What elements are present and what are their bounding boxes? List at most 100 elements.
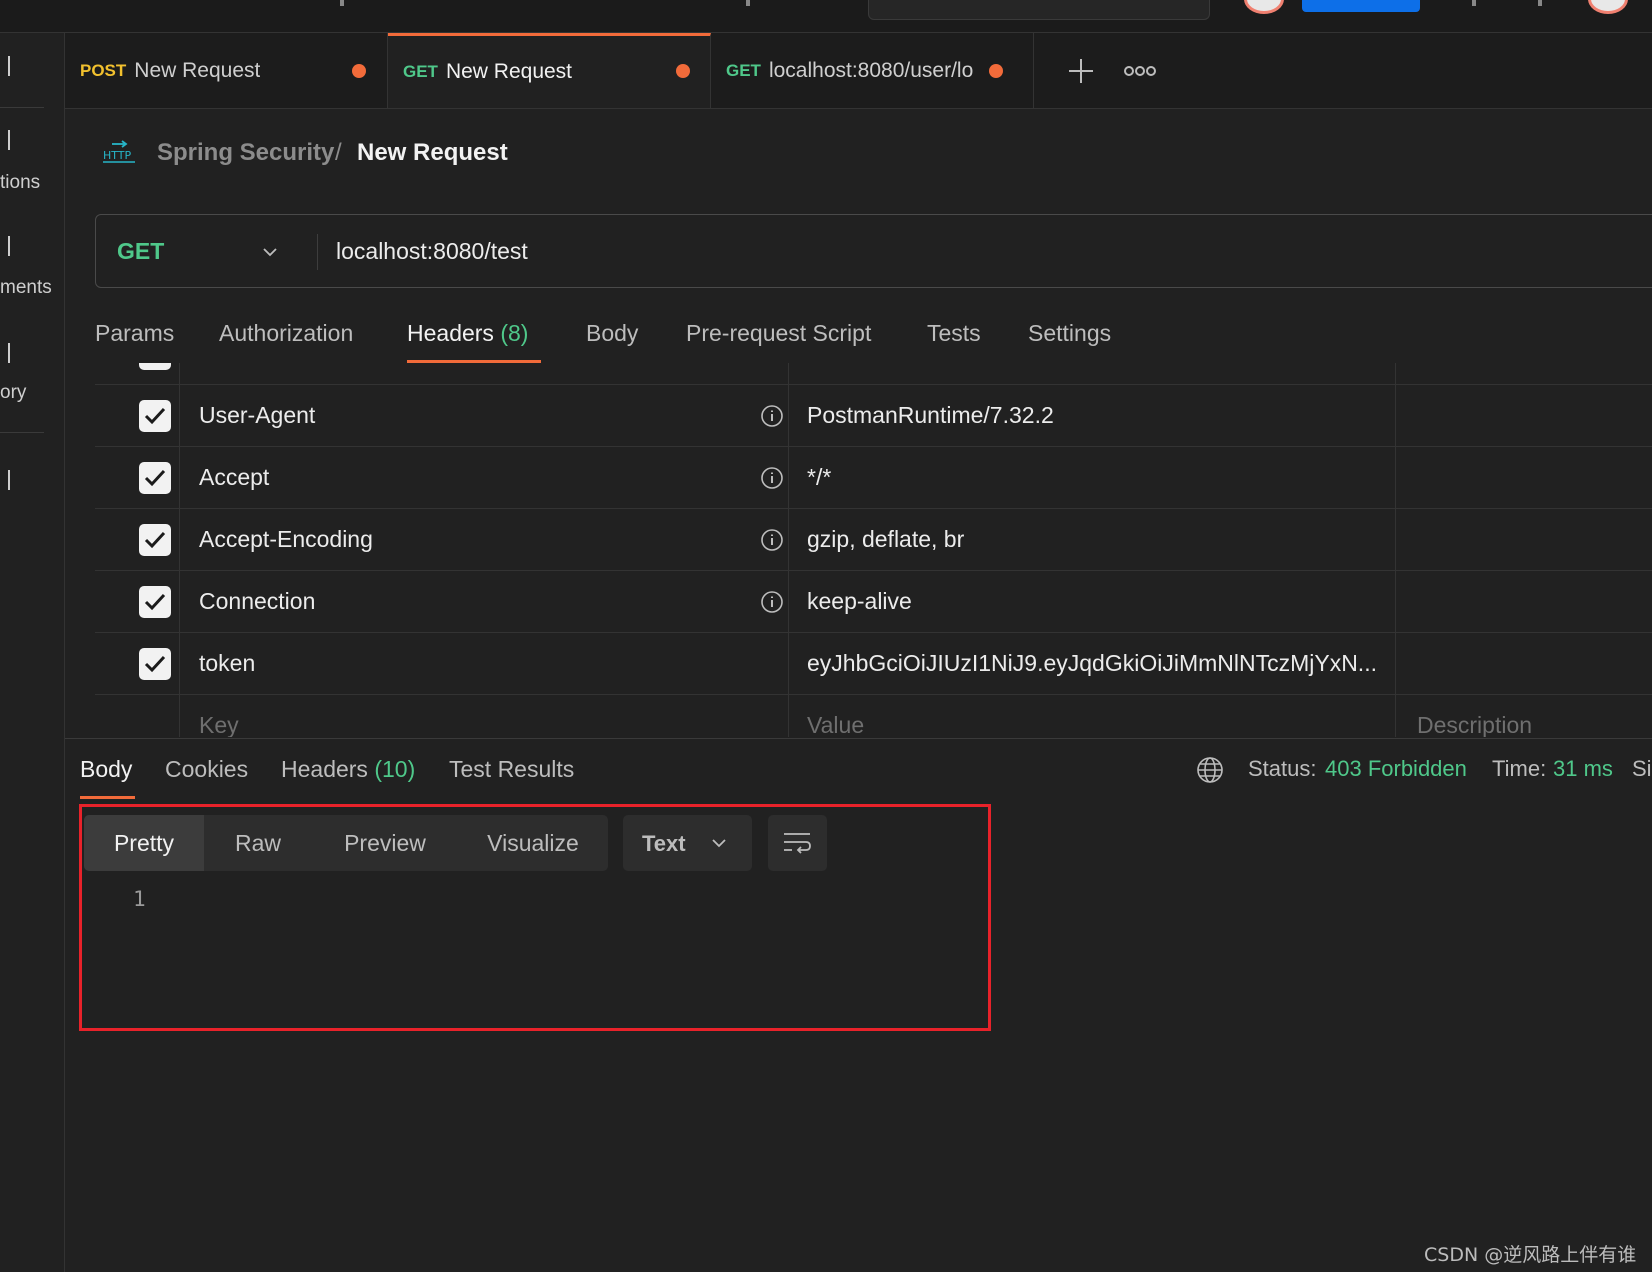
status-value[interactable]: 403 Forbidden	[1325, 756, 1467, 782]
time-label: Time:	[1492, 756, 1547, 781]
time-value[interactable]: 31 ms	[1553, 756, 1613, 782]
response-tab-headers[interactable]: Headers (10)	[281, 756, 415, 783]
tab-get-new-request[interactable]: GET New Request	[388, 33, 711, 108]
settings-icon[interactable]	[1472, 0, 1476, 6]
tab-method-label: POST	[80, 60, 127, 80]
new-tab-plus-icon[interactable]	[1065, 55, 1097, 87]
response-tab-headers-count: (10)	[374, 756, 416, 782]
url-divider	[317, 234, 318, 270]
request-tab-strip: POST New Request GET New Request GET loc…	[65, 33, 1652, 109]
top-nav-fragment-icon[interactable]	[746, 0, 750, 6]
unsaved-dot-icon	[989, 64, 1003, 78]
globe-icon[interactable]	[1196, 756, 1224, 784]
header-checkbox[interactable]	[139, 524, 171, 556]
tab-post-new-request[interactable]: POST New Request	[65, 33, 388, 108]
view-mode-visualize[interactable]: Visualize	[458, 815, 608, 871]
header-checkbox[interactable]	[139, 586, 171, 618]
header-key[interactable]: User-Agent	[199, 402, 315, 429]
tab-pre-request-script[interactable]: Pre-request Script	[686, 320, 871, 347]
header-value[interactable]: keep-alive	[807, 588, 912, 615]
header-key[interactable]: Accept	[199, 464, 269, 491]
tab-headers[interactable]: Headers (8)	[407, 320, 528, 347]
sidebar-item-history[interactable]: ory	[0, 382, 26, 404]
response-tab-body[interactable]: Body	[80, 756, 132, 783]
header-checkbox[interactable]	[139, 648, 171, 680]
header-key[interactable]: token	[199, 650, 255, 677]
header-key[interactable]: Accept-Encoding	[199, 526, 373, 553]
top-nav-fragment-icon[interactable]	[340, 0, 344, 6]
method-select[interactable]: GET	[117, 238, 164, 265]
table-row: Connection keep-alive	[95, 571, 1652, 633]
info-icon[interactable]	[760, 466, 784, 490]
response-tab-cookies[interactable]: Cookies	[165, 756, 248, 783]
table-row: Accept */*	[95, 447, 1652, 509]
info-icon[interactable]	[760, 590, 784, 614]
info-icon[interactable]	[760, 404, 784, 428]
info-icon[interactable]	[760, 528, 784, 552]
more-tabs-icon[interactable]	[1123, 59, 1157, 83]
response-divider	[65, 738, 1652, 739]
breadcrumb-collection[interactable]: Spring Security	[157, 139, 334, 167]
tab-method-label: GET	[403, 62, 438, 81]
tab-settings[interactable]: Settings	[1028, 320, 1111, 347]
value-input[interactable]: Value	[807, 712, 864, 737]
tab-title: New Request	[134, 58, 261, 82]
sidebar-divider	[0, 432, 44, 433]
unsaved-dot-icon	[676, 64, 690, 78]
notification-icon[interactable]	[1538, 0, 1542, 6]
header-value[interactable]: PostmanRuntime/7.32.2	[807, 402, 1054, 429]
flows-icon[interactable]	[0, 470, 10, 490]
collections-icon[interactable]	[0, 130, 10, 150]
sidebar-divider	[0, 107, 44, 108]
view-mode-raw[interactable]: Raw	[204, 815, 312, 871]
active-tab-indicator	[80, 796, 135, 799]
format-select[interactable]: Text	[623, 815, 752, 871]
http-request-icon: HTTP	[102, 139, 136, 167]
header-key[interactable]: Connection	[199, 588, 315, 615]
chevron-down-icon	[711, 835, 727, 851]
breadcrumb-current[interactable]: New Request	[357, 139, 508, 167]
table-row-clipped	[95, 363, 1652, 385]
table-row: Accept-Encoding gzip, deflate, br	[95, 509, 1652, 571]
api-icon[interactable]	[0, 56, 10, 76]
history-icon[interactable]	[0, 343, 10, 363]
description-input[interactable]: Description	[1417, 712, 1532, 737]
sidebar-item-collections[interactable]: tions	[0, 172, 40, 194]
sidebar-item-environments[interactable]: ments	[0, 277, 52, 299]
tab-get-user-login[interactable]: GET localhost:8080/user/lo	[711, 33, 1034, 108]
view-mode-preview[interactable]: Preview	[312, 815, 458, 871]
url-input[interactable]: localhost:8080/test	[336, 238, 528, 265]
tab-headers-label: Headers	[407, 320, 494, 346]
checkbox-clipped[interactable]	[139, 363, 171, 370]
body-view-mode-group: Pretty Raw Preview Visualize	[84, 815, 608, 871]
status-label: Status:	[1248, 756, 1317, 781]
wrap-lines-button[interactable]	[768, 815, 827, 871]
left-sidebar	[0, 33, 65, 1272]
tab-params[interactable]: Params	[95, 320, 174, 347]
chevron-down-icon[interactable]	[262, 244, 278, 260]
tab-headers-count: (8)	[500, 320, 529, 346]
wrap-lines-icon	[784, 833, 811, 854]
tab-authorization[interactable]: Authorization	[219, 320, 353, 347]
tab-method-label: GET	[726, 60, 761, 80]
upgrade-button[interactable]	[1302, 0, 1420, 12]
response-tab-headers-label: Headers	[281, 756, 368, 782]
header-checkbox[interactable]	[139, 400, 171, 432]
search-input[interactable]	[868, 0, 1210, 20]
header-value[interactable]: gzip, deflate, br	[807, 526, 964, 553]
response-tab-test-results[interactable]: Test Results	[449, 756, 574, 783]
header-value[interactable]: */*	[807, 464, 831, 491]
svg-text:HTTP: HTTP	[103, 149, 132, 162]
environments-icon[interactable]	[0, 236, 10, 256]
url-bar	[95, 214, 1652, 288]
headers-table: User-Agent PostmanRuntime/7.32.2 Accept …	[95, 363, 1652, 737]
key-input[interactable]: Key	[199, 712, 239, 737]
header-value[interactable]: eyJhbGciOiJIUzI1NiJ9.eyJqdGkiOiJiMmNlNTc…	[807, 650, 1377, 677]
table-row: User-Agent PostmanRuntime/7.32.2	[95, 385, 1652, 447]
tab-tests[interactable]: Tests	[927, 320, 981, 347]
tab-body[interactable]: Body	[586, 320, 638, 347]
view-mode-pretty[interactable]: Pretty	[84, 815, 204, 871]
unsaved-dot-icon	[352, 64, 366, 78]
header-checkbox[interactable]	[139, 462, 171, 494]
size-label: Si	[1632, 756, 1652, 781]
